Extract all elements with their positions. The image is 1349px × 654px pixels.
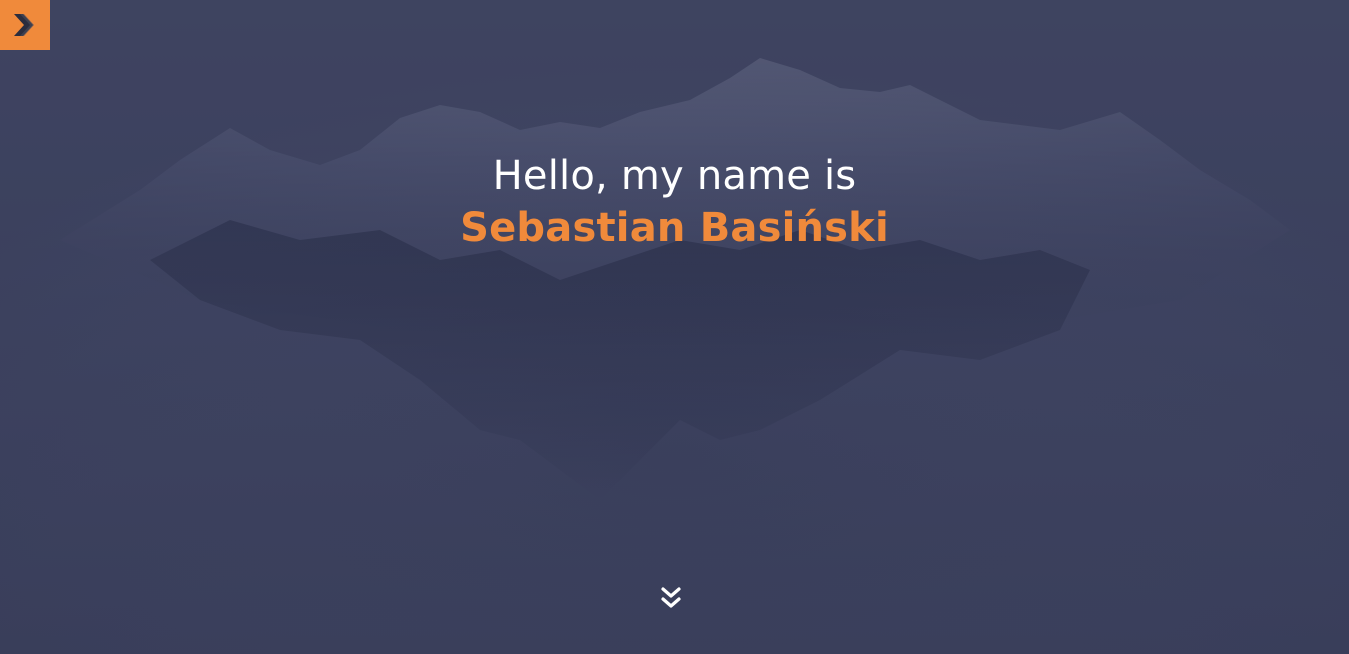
hero-section: Hello, my name is Sebastian Basiński — [0, 0, 1349, 654]
scroll-down-button[interactable] — [660, 586, 682, 612]
hero-greeting: Hello, my name is — [492, 153, 857, 199]
chevron-right-double-icon — [14, 14, 34, 36]
mountain-background-image — [0, 0, 1349, 654]
hero-name: Sebastian Basiński — [460, 205, 889, 251]
double-chevron-down-icon — [661, 587, 681, 608]
hero-headline: Hello, my name is Sebastian Basiński — [0, 150, 1349, 254]
menu-toggle-button[interactable] — [0, 0, 50, 50]
